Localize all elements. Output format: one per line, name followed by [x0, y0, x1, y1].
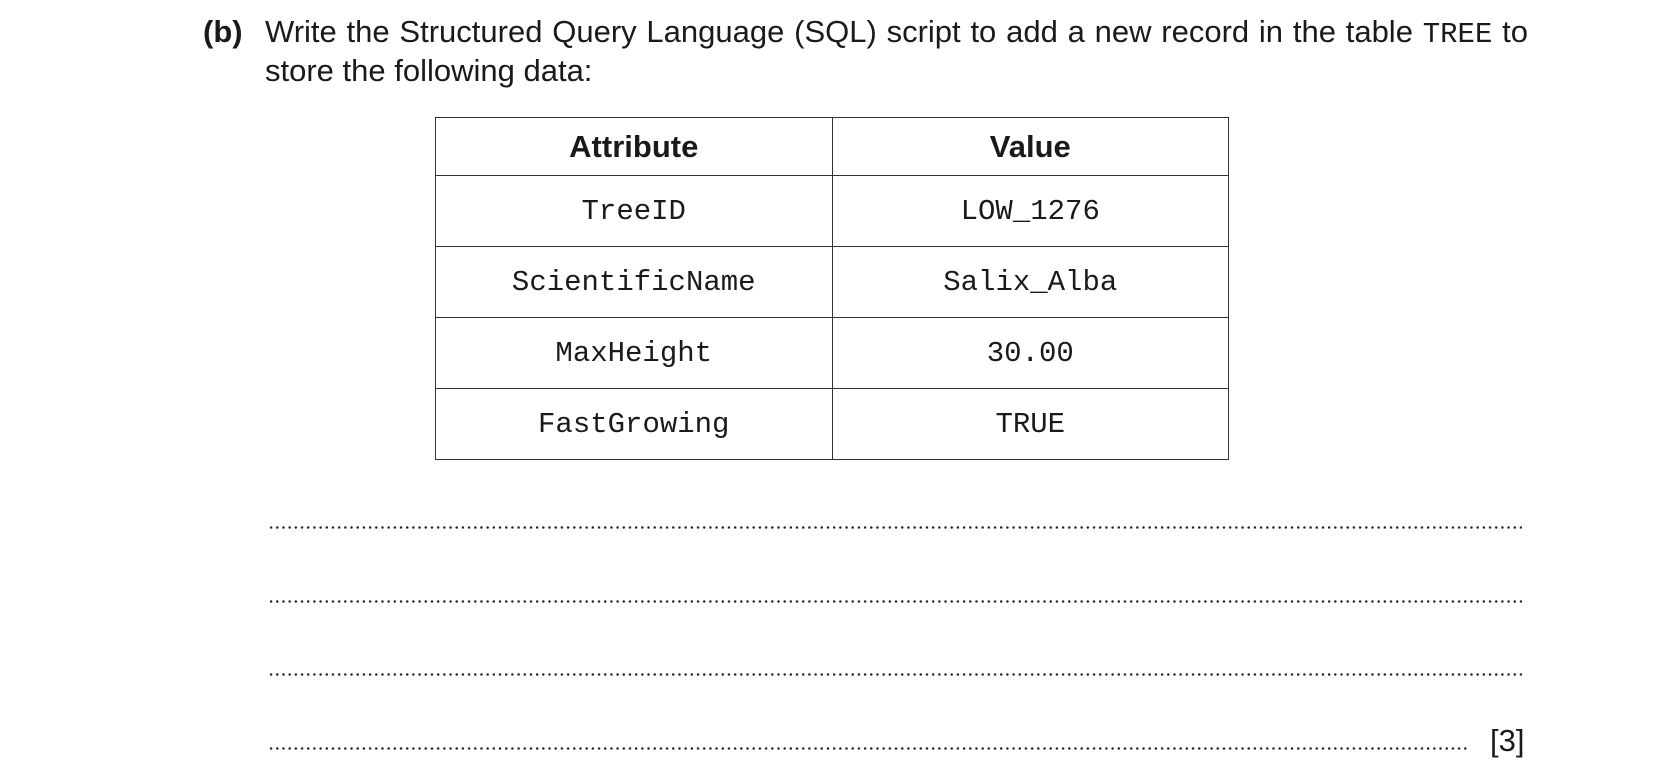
table-name: TREE	[1422, 18, 1493, 51]
answer-line[interactable]	[268, 600, 1522, 603]
question-label: (b)	[203, 14, 243, 49]
table-row: ScientificName Salix_Alba	[435, 246, 1229, 318]
table-row: MaxHeight 30.00	[435, 317, 1229, 389]
attribute-cell: MaxHeight	[435, 317, 833, 389]
attribute-cell: TreeID	[435, 175, 833, 247]
table-header-row: Attribute Value	[435, 117, 1229, 176]
header-attribute: Attribute	[435, 117, 833, 176]
marks-label: [3]	[1490, 723, 1525, 758]
table-row: FastGrowing TRUE	[435, 388, 1229, 460]
question-text: Write the Structured Query Language (SQL…	[265, 14, 1528, 89]
attribute-value-table: Attribute Value TreeID LOW_1276 Scientif…	[435, 117, 1229, 460]
answer-line[interactable]	[268, 673, 1522, 676]
table-row: TreeID LOW_1276	[435, 175, 1229, 247]
value-cell: Salix_Alba	[831, 246, 1229, 318]
header-value: Value	[831, 117, 1229, 176]
attribute-cell: ScientificName	[435, 246, 833, 318]
answer-line[interactable]	[268, 747, 1470, 750]
value-cell: LOW_1276	[831, 175, 1229, 247]
attribute-cell: FastGrowing	[435, 388, 833, 460]
question-text-before: Write the Structured Query Language (SQL…	[265, 14, 1423, 49]
answer-line[interactable]	[268, 526, 1522, 529]
value-cell: TRUE	[831, 388, 1229, 460]
value-cell: 30.00	[831, 317, 1229, 389]
